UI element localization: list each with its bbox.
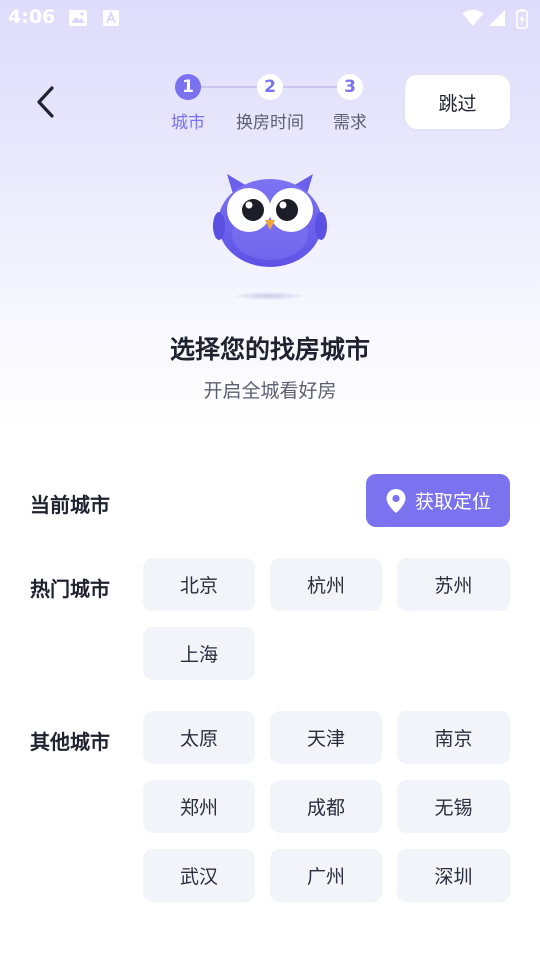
mascot-shadow <box>234 292 304 300</box>
image-notification-icon <box>69 10 87 26</box>
step-connector <box>283 86 337 88</box>
chevron-left-icon <box>37 86 54 118</box>
city-chip-shenzhen[interactable]: 深圳 <box>397 849 510 902</box>
current-city-label: 当前城市 <box>30 493 110 517</box>
city-chip-suzhou[interactable]: 苏州 <box>397 558 510 611</box>
status-time: 4:06 <box>8 6 56 28</box>
city-chip-zhengzhou[interactable]: 郑州 <box>143 780 255 833</box>
city-chip-wuhan[interactable]: 武汉 <box>143 849 255 902</box>
other-cities-label: 其他城市 <box>30 730 110 754</box>
owl-mascot-icon <box>213 174 327 267</box>
city-chip-tianjin[interactable]: 天津 <box>270 711 382 764</box>
location-pin-icon <box>386 488 406 513</box>
step-1-label: 城市 <box>171 113 205 133</box>
step-2-label: 换房时间 <box>236 113 304 133</box>
wifi-icon <box>462 9 484 26</box>
page-title: 选择您的找房城市 <box>169 335 370 364</box>
city-chip-wuxi[interactable]: 无锡 <box>397 780 510 833</box>
page-subtitle: 开启全城看好房 <box>203 380 337 402</box>
city-chip-chengdu[interactable]: 成都 <box>270 780 382 833</box>
city-chip-shanghai[interactable]: 上海 <box>143 627 255 680</box>
get-location-button[interactable]: 获取定位 <box>366 474 510 527</box>
get-location-label: 获取定位 <box>414 491 491 513</box>
app-notification-icon <box>103 10 119 26</box>
step-2-indicator: 2 <box>257 74 283 100</box>
status-bar: 4:06 <box>0 0 540 36</box>
city-chip-hangzhou[interactable]: 杭州 <box>270 558 382 611</box>
hot-cities-label: 热门城市 <box>30 577 110 601</box>
step-3-indicator: 3 <box>337 74 363 100</box>
battery-icon <box>516 9 528 29</box>
step-connector <box>201 86 257 88</box>
city-chip-beijing[interactable]: 北京 <box>143 558 255 611</box>
city-chip-guangzhou[interactable]: 广州 <box>270 849 382 902</box>
step-3-label: 需求 <box>333 113 367 133</box>
city-chip-nanjing[interactable]: 南京 <box>397 711 510 764</box>
signal-icon <box>489 10 505 26</box>
city-chip-taiyuan[interactable]: 太原 <box>143 711 255 764</box>
step-1-indicator: 1 <box>175 74 201 100</box>
back-button[interactable] <box>30 80 64 124</box>
skip-button[interactable]: 跳过 <box>405 75 510 129</box>
